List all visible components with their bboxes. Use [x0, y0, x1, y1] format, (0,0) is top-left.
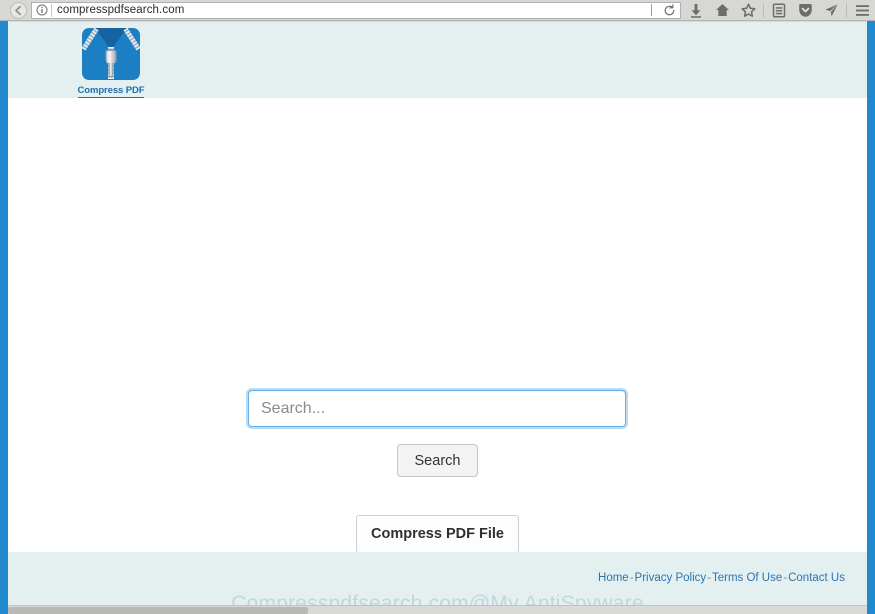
menu-icon[interactable] — [849, 0, 875, 21]
url-text[interactable]: compresspdfsearch.com — [57, 4, 651, 16]
footer-link-contact-us[interactable]: Contact Us — [788, 572, 845, 584]
zipper-icon — [82, 28, 140, 80]
footer-separator: - — [629, 572, 634, 584]
info-icon[interactable] — [32, 3, 51, 18]
reload-icon[interactable] — [658, 3, 680, 18]
site-header: Compress PDF — [8, 21, 867, 99]
footer-links: Home-Privacy Policy-Terms Of Use-Contact… — [598, 572, 845, 584]
downloads-icon[interactable] — [683, 0, 709, 21]
back-button[interactable] — [6, 1, 30, 20]
toolbar-divider — [846, 2, 847, 18]
horizontal-scrollbar[interactable] — [8, 605, 867, 614]
compress-pdf-logo[interactable]: Compress PDF — [76, 28, 146, 99]
footer-separator: - — [783, 572, 788, 584]
footer-link-home[interactable]: Home — [598, 572, 629, 584]
toolbar-divider — [763, 2, 764, 18]
bookmark-star-icon[interactable] — [735, 0, 761, 21]
browser-toolbar-icons — [683, 0, 875, 21]
footer-separator: - — [707, 572, 711, 584]
footer-link-terms-of-use[interactable]: Terms Of Use — [712, 572, 782, 584]
send-icon[interactable] — [818, 0, 844, 21]
url-caret — [651, 4, 652, 16]
scrollbar-thumb[interactable] — [8, 607, 308, 614]
url-separator — [51, 3, 52, 17]
logo-text: Compress PDF — [77, 85, 145, 99]
library-icon[interactable] — [766, 0, 792, 21]
footer-link-privacy-policy[interactable]: Privacy Policy — [635, 572, 707, 584]
window-edge-left — [0, 21, 8, 614]
browser-toolbar: compresspdfsearch.com — [0, 0, 875, 21]
search-input[interactable] — [248, 390, 626, 427]
window-edge-right — [867, 21, 875, 614]
site-main: Search Compress PDF File — [8, 98, 867, 553]
back-arrow-icon — [9, 1, 27, 19]
home-icon[interactable] — [709, 0, 735, 21]
search-button[interactable]: Search — [397, 444, 478, 477]
compress-pdf-file-button[interactable]: Compress PDF File — [356, 515, 519, 553]
pocket-icon[interactable] — [792, 0, 818, 21]
page-frame: Compress PDF Search Compress PDF File Ho… — [0, 21, 875, 614]
browser-window: compresspdfsearch.com Compress PDF Searc… — [0, 0, 875, 614]
address-bar[interactable]: compresspdfsearch.com — [31, 1, 681, 19]
page-viewport: Compress PDF Search Compress PDF File Ho… — [8, 21, 867, 614]
